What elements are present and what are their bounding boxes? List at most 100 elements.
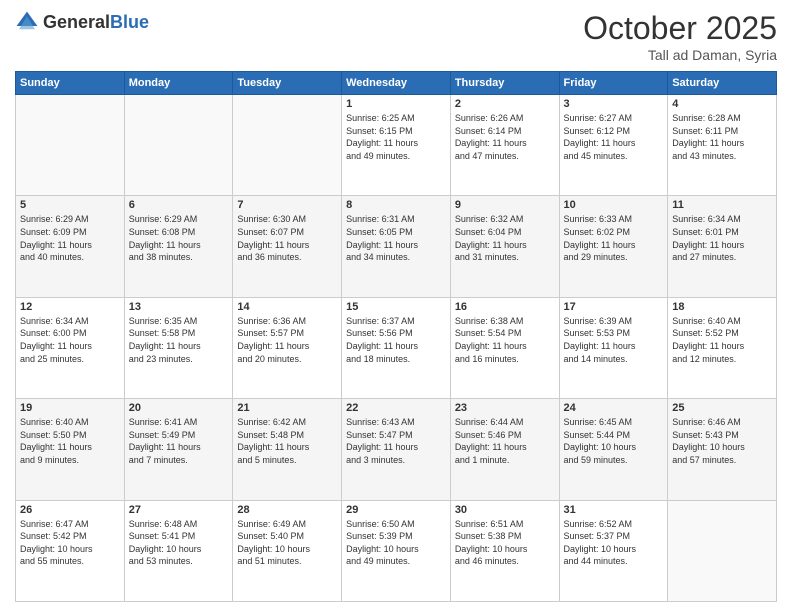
calendar-cell-w4-d3: 21 Sunrise: 6:42 AMSunset: 5:48 PMDayligh… [233, 399, 342, 500]
header: GeneralBlue October 2025 Tall ad Daman, … [15, 10, 777, 63]
day-info: Sunrise: 6:26 AMSunset: 6:14 PMDaylight:… [455, 112, 555, 162]
day-info: Sunrise: 6:45 AMSunset: 5:44 PMDaylight:… [564, 416, 664, 466]
calendar-cell-w3-d5: 16 Sunrise: 6:38 AMSunset: 5:54 PMDayligh… [450, 297, 559, 398]
calendar-cell-w1-d3 [233, 95, 342, 196]
calendar-cell-w1-d2 [124, 95, 233, 196]
day-number: 23 [455, 402, 555, 414]
calendar-cell-w1-d7: 4 Sunrise: 6:28 AMSunset: 6:11 PMDaylight… [668, 95, 777, 196]
calendar-cell-w2-d5: 9Sunrise: 6:32 AMSunset: 6:04 PMDaylight… [450, 196, 559, 297]
day-number: 11 [672, 199, 772, 211]
day-info: Sunrise: 6:49 AMSunset: 5:40 PMDaylight:… [237, 518, 337, 568]
day-info: Sunrise: 6:38 AMSunset: 5:54 PMDaylight:… [455, 315, 555, 365]
day-number: 31 [564, 504, 664, 516]
calendar-cell-w2-d1: 5Sunrise: 6:29 AMSunset: 6:09 PMDaylight… [16, 196, 125, 297]
calendar-cell-w3-d1: 12 Sunrise: 6:34 AMSunset: 6:00 PMDayligh… [16, 297, 125, 398]
day-info: Sunrise: 6:29 AMSunset: 6:09 PMDaylight:… [20, 213, 120, 263]
day-number: 7 [237, 199, 337, 211]
day-number: 12 [20, 301, 120, 313]
day-number: 30 [455, 504, 555, 516]
calendar-cell-w3-d6: 17 Sunrise: 6:39 AMSunset: 5:53 PMDayligh… [559, 297, 668, 398]
calendar-header-row: Sunday Monday Tuesday Wednesday Thursday… [16, 72, 777, 95]
day-number: 17 [564, 301, 664, 313]
day-info: Sunrise: 6:27 AMSunset: 6:12 PMDaylight:… [564, 112, 664, 162]
day-number: 16 [455, 301, 555, 313]
calendar-cell-w3-d3: 14 Sunrise: 6:36 AMSunset: 5:57 PMDayligh… [233, 297, 342, 398]
day-number: 14 [237, 301, 337, 313]
day-number: 21 [237, 402, 337, 414]
day-number: 8 [346, 199, 446, 211]
day-info: Sunrise: 6:47 AMSunset: 5:42 PMDaylight:… [20, 518, 120, 568]
calendar-cell-w4-d1: 19 Sunrise: 6:40 AMSunset: 5:50 PMDayligh… [16, 399, 125, 500]
day-info: Sunrise: 6:48 AMSunset: 5:41 PMDaylight:… [129, 518, 229, 568]
day-number: 26 [20, 504, 120, 516]
calendar-cell-w4-d6: 24 Sunrise: 6:45 AMSunset: 5:44 PMDayligh… [559, 399, 668, 500]
calendar-cell-w2-d3: 7 Sunrise: 6:30 AMSunset: 6:07 PMDaylight… [233, 196, 342, 297]
day-number: 28 [237, 504, 337, 516]
day-number: 18 [672, 301, 772, 313]
day-number: 29 [346, 504, 446, 516]
day-number: 24 [564, 402, 664, 414]
calendar-cell-w4-d7: 25Sunrise: 6:46 AMSunset: 5:43 PMDayligh… [668, 399, 777, 500]
day-info: Sunrise: 6:46 AMSunset: 5:43 PMDaylight:… [672, 416, 772, 466]
day-info: Sunrise: 6:25 AMSunset: 6:15 PMDaylight:… [346, 112, 446, 162]
day-number: 4 [672, 98, 772, 110]
day-info: Sunrise: 6:52 AMSunset: 5:37 PMDaylight:… [564, 518, 664, 568]
calendar-cell-w5-d3: 28 Sunrise: 6:49 AMSunset: 5:40 PMDayligh… [233, 500, 342, 601]
day-info: Sunrise: 6:34 AMSunset: 6:00 PMDaylight:… [20, 315, 120, 365]
calendar: Sunday Monday Tuesday Wednesday Thursday… [15, 71, 777, 602]
day-info: Sunrise: 6:51 AMSunset: 5:38 PMDaylight:… [455, 518, 555, 568]
day-info: Sunrise: 6:44 AMSunset: 5:46 PMDaylight:… [455, 416, 555, 466]
day-number: 3 [564, 98, 664, 110]
day-number: 13 [129, 301, 229, 313]
calendar-cell-w5-d6: 31 Sunrise: 6:52 AMSunset: 5:37 PMDayligh… [559, 500, 668, 601]
week-row-1: 1Sunrise: 6:25 AMSunset: 6:15 PMDaylight… [16, 95, 777, 196]
day-info: Sunrise: 6:37 AMSunset: 5:56 PMDaylight:… [346, 315, 446, 365]
week-row-3: 12 Sunrise: 6:34 AMSunset: 6:00 PMDayligh… [16, 297, 777, 398]
day-info: Sunrise: 6:39 AMSunset: 5:53 PMDaylight:… [564, 315, 664, 365]
col-friday: Friday [559, 72, 668, 95]
week-row-5: 26 Sunrise: 6:47 AMSunset: 5:42 PMDayligh… [16, 500, 777, 601]
day-number: 19 [20, 402, 120, 414]
calendar-cell-w2-d2: 6Sunrise: 6:29 AMSunset: 6:08 PMDaylight… [124, 196, 233, 297]
calendar-cell-w4-d2: 20Sunrise: 6:41 AMSunset: 5:49 PMDayligh… [124, 399, 233, 500]
day-info: Sunrise: 6:36 AMSunset: 5:57 PMDaylight:… [237, 315, 337, 365]
col-monday: Monday [124, 72, 233, 95]
day-info: Sunrise: 6:33 AMSunset: 6:02 PMDaylight:… [564, 213, 664, 263]
day-number: 15 [346, 301, 446, 313]
day-info: Sunrise: 6:40 AMSunset: 5:50 PMDaylight:… [20, 416, 120, 466]
day-number: 22 [346, 402, 446, 414]
col-thursday: Thursday [450, 72, 559, 95]
calendar-cell-w4-d4: 22 Sunrise: 6:43 AMSunset: 5:47 PMDayligh… [342, 399, 451, 500]
week-row-2: 5Sunrise: 6:29 AMSunset: 6:09 PMDaylight… [16, 196, 777, 297]
month-title: October 2025 [583, 10, 777, 47]
calendar-cell-w5-d1: 26 Sunrise: 6:47 AMSunset: 5:42 PMDayligh… [16, 500, 125, 601]
day-number: 9 [455, 199, 555, 211]
logo-general: General [43, 12, 110, 32]
day-info: Sunrise: 6:50 AMSunset: 5:39 PMDaylight:… [346, 518, 446, 568]
day-info: Sunrise: 6:35 AMSunset: 5:58 PMDaylight:… [129, 315, 229, 365]
col-saturday: Saturday [668, 72, 777, 95]
calendar-cell-w3-d7: 18Sunrise: 6:40 AMSunset: 5:52 PMDayligh… [668, 297, 777, 398]
day-info: Sunrise: 6:42 AMSunset: 5:48 PMDaylight:… [237, 416, 337, 466]
calendar-cell-w2-d4: 8 Sunrise: 6:31 AMSunset: 6:05 PMDaylight… [342, 196, 451, 297]
week-row-4: 19 Sunrise: 6:40 AMSunset: 5:50 PMDayligh… [16, 399, 777, 500]
col-wednesday: Wednesday [342, 72, 451, 95]
calendar-cell-w1-d4: 1Sunrise: 6:25 AMSunset: 6:15 PMDaylight… [342, 95, 451, 196]
day-info: Sunrise: 6:30 AMSunset: 6:07 PMDaylight:… [237, 213, 337, 263]
day-number: 10 [564, 199, 664, 211]
day-info: Sunrise: 6:28 AMSunset: 6:11 PMDaylight:… [672, 112, 772, 162]
calendar-cell-w3-d4: 15 Sunrise: 6:37 AMSunset: 5:56 PMDayligh… [342, 297, 451, 398]
calendar-cell-w1-d6: 3 Sunrise: 6:27 AMSunset: 6:12 PMDaylight… [559, 95, 668, 196]
col-sunday: Sunday [16, 72, 125, 95]
day-info: Sunrise: 6:31 AMSunset: 6:05 PMDaylight:… [346, 213, 446, 263]
col-tuesday: Tuesday [233, 72, 342, 95]
calendar-cell-w2-d6: 10 Sunrise: 6:33 AMSunset: 6:02 PMDayligh… [559, 196, 668, 297]
day-info: Sunrise: 6:43 AMSunset: 5:47 PMDaylight:… [346, 416, 446, 466]
day-number: 20 [129, 402, 229, 414]
calendar-cell-w5-d7 [668, 500, 777, 601]
day-number: 27 [129, 504, 229, 516]
logo-icon [15, 10, 39, 34]
calendar-cell-w5-d5: 30 Sunrise: 6:51 AMSunset: 5:38 PMDayligh… [450, 500, 559, 601]
day-number: 2 [455, 98, 555, 110]
logo: GeneralBlue [15, 10, 149, 34]
